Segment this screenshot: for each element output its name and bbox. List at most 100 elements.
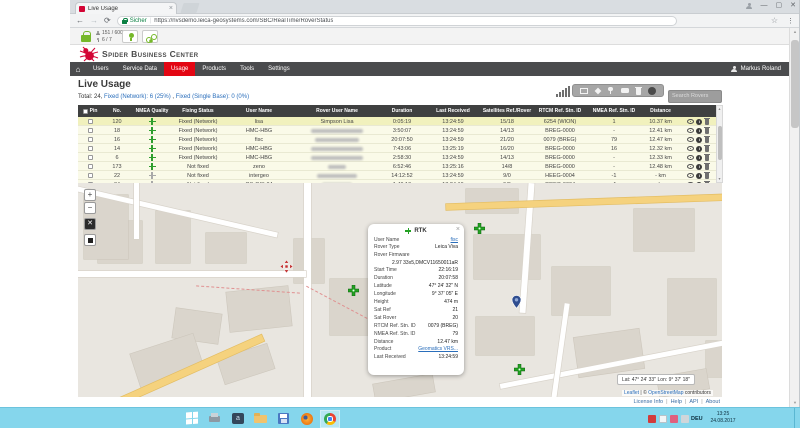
table-row[interactable]: 18Fixed (Network)HMC-HBG3:50:0713:24:591… bbox=[78, 126, 716, 135]
zoom-out-button[interactable]: − bbox=[84, 202, 96, 214]
tray-icon-gray[interactable] bbox=[681, 415, 689, 423]
delete-icon[interactable] bbox=[705, 155, 710, 161]
taskbar-app-firefox[interactable] bbox=[300, 412, 314, 425]
view-icon[interactable] bbox=[687, 137, 694, 142]
tray-icon-flag[interactable] bbox=[659, 415, 667, 423]
nav-item-tools[interactable]: Tools bbox=[233, 62, 261, 76]
search-input[interactable] bbox=[668, 90, 722, 103]
popup-link[interactable]: Geomatics VRS... bbox=[418, 346, 458, 354]
table-scrollbar[interactable]: ▲ ▼ bbox=[716, 105, 723, 183]
map-pin-button[interactable] bbox=[122, 30, 138, 43]
info-icon[interactable]: i bbox=[696, 155, 702, 161]
view-icon[interactable] bbox=[687, 119, 694, 124]
view-icon[interactable] bbox=[687, 155, 694, 160]
nav-item-users[interactable]: Users bbox=[86, 62, 116, 76]
language-indicator[interactable]: DEU bbox=[691, 416, 703, 422]
taskbar-app-chrome[interactable] bbox=[320, 410, 340, 428]
map[interactable]: + − ✕ × RTK User NamefiscRover TypeLeica… bbox=[78, 183, 722, 397]
table-row[interactable]: 120Fixed (Network)lisaSimpson Lisa0:05:1… bbox=[78, 117, 716, 126]
info-icon[interactable]: i bbox=[696, 119, 702, 125]
table-scroll-down-icon[interactable]: ▼ bbox=[717, 176, 722, 182]
footer-link-license-info[interactable]: License Info bbox=[633, 399, 663, 405]
page-scrollbar[interactable]: ▲ ▼ bbox=[789, 28, 799, 407]
view-icon[interactable] bbox=[687, 146, 694, 151]
nav-item-service-data[interactable]: Service Data bbox=[116, 62, 164, 76]
rover-marker-green-2[interactable] bbox=[474, 221, 485, 239]
row-checkbox[interactable] bbox=[88, 119, 93, 124]
show-desktop-divider[interactable] bbox=[794, 408, 795, 428]
user-menu[interactable]: Markus Roland bbox=[723, 62, 789, 76]
layers-button[interactable] bbox=[84, 234, 96, 246]
taskbar-app-save[interactable] bbox=[277, 412, 291, 425]
row-checkbox[interactable] bbox=[88, 155, 93, 160]
scroll-thumb[interactable] bbox=[791, 40, 799, 128]
fullscreen-button[interactable]: ✕ bbox=[84, 218, 96, 230]
taskbar-app-dark[interactable]: a bbox=[231, 412, 245, 425]
row-checkbox[interactable] bbox=[88, 164, 93, 169]
view-icon[interactable] bbox=[687, 173, 694, 178]
home-icon[interactable]: ⌂ bbox=[70, 62, 86, 76]
table-row[interactable]: 173Not fixedzeno6:52:4613:25:1614/8BREG-… bbox=[78, 162, 716, 171]
footer-link-api[interactable]: API bbox=[689, 399, 698, 405]
tray-icon-pink[interactable] bbox=[670, 415, 678, 423]
new-tab-button[interactable] bbox=[180, 3, 199, 13]
globe-icon[interactable] bbox=[648, 87, 656, 95]
footer-link-help[interactable]: Help bbox=[671, 399, 682, 405]
row-checkbox[interactable] bbox=[88, 173, 93, 178]
info-icon[interactable]: i bbox=[696, 137, 702, 143]
network-nodes-button[interactable] bbox=[142, 30, 158, 43]
row-checkbox[interactable] bbox=[88, 128, 93, 133]
delete-icon[interactable] bbox=[705, 146, 710, 152]
summary-fixed-single-link[interactable]: Fixed (Single Base): 0 (0%) bbox=[176, 94, 249, 100]
table-row[interactable]: 6Fixed (Network)HMC-HBG2:58:3013:24:5914… bbox=[78, 153, 716, 162]
tab-close-icon[interactable]: × bbox=[169, 6, 173, 12]
taskbar-app-printer[interactable] bbox=[208, 412, 222, 425]
reload-button[interactable]: ⟳ bbox=[104, 16, 111, 26]
info-icon[interactable]: i bbox=[696, 173, 702, 179]
taskbar-app-folder[interactable] bbox=[254, 412, 268, 425]
view-icon[interactable] bbox=[687, 128, 694, 133]
table-scroll-up-icon[interactable]: ▲ bbox=[717, 106, 722, 112]
nav-item-usage[interactable]: Usage bbox=[164, 62, 195, 76]
nav-item-products[interactable]: Products bbox=[195, 62, 233, 76]
rover-marker-green-1[interactable] bbox=[348, 283, 359, 301]
delete-icon[interactable] bbox=[705, 137, 710, 143]
table-scroll-thumb[interactable] bbox=[718, 126, 722, 160]
back-button[interactable]: ← bbox=[76, 16, 84, 26]
browser-tab[interactable]: Live Usage × bbox=[75, 2, 177, 14]
delete-icon[interactable] bbox=[705, 128, 710, 134]
table-row[interactable]: 14Fixed (Network)HMC-HBG7:43:0613:25:191… bbox=[78, 144, 716, 153]
forward-button[interactable]: → bbox=[90, 16, 98, 26]
pin-icon[interactable] bbox=[608, 87, 614, 95]
footer-link-about[interactable]: About bbox=[706, 399, 720, 405]
browser-menu-icon[interactable]: ⋮ bbox=[787, 17, 794, 25]
close-button[interactable]: ✕ bbox=[790, 2, 796, 10]
delete-icon[interactable] bbox=[705, 173, 710, 179]
message-icon[interactable] bbox=[621, 88, 629, 94]
start-button[interactable] bbox=[186, 412, 199, 426]
table-row[interactable]: 16Fixed (Network)fisc20:07:5013:24:5921/… bbox=[78, 135, 716, 144]
popup-close-icon[interactable]: × bbox=[456, 226, 460, 233]
monitor-icon[interactable] bbox=[580, 88, 588, 94]
leaflet-link[interactable]: Leaflet bbox=[624, 390, 639, 396]
omnibox[interactable]: Sicher | https://nvsdemo.leica-geosystem… bbox=[117, 16, 677, 26]
diamond-icon[interactable] bbox=[594, 87, 601, 94]
zoom-in-button[interactable]: + bbox=[84, 189, 96, 201]
trash-icon[interactable] bbox=[636, 88, 642, 95]
bookmark-star-icon[interactable]: ☆ bbox=[771, 16, 778, 25]
minimize-button[interactable]: — bbox=[761, 2, 768, 10]
view-icon[interactable] bbox=[687, 164, 694, 169]
select-all-checkbox[interactable] bbox=[83, 109, 88, 114]
signal-bars-icon[interactable] bbox=[556, 86, 570, 97]
popup-link[interactable]: fisc bbox=[451, 237, 459, 245]
delete-icon[interactable] bbox=[705, 164, 710, 170]
clock[interactable]: 13:25 24.08.2017 bbox=[706, 411, 740, 425]
delete-icon[interactable] bbox=[705, 119, 710, 125]
info-icon[interactable]: i bbox=[696, 146, 702, 152]
row-checkbox[interactable] bbox=[88, 137, 93, 142]
rover-marker-blue-pin[interactable] bbox=[511, 295, 522, 314]
osm-link[interactable]: OpenStreetMap bbox=[648, 390, 683, 396]
profile-icon[interactable] bbox=[746, 3, 753, 10]
summary-fixed-network-link[interactable]: Fixed (Network): 6 (25%) bbox=[104, 94, 171, 100]
info-icon[interactable]: i bbox=[696, 128, 702, 134]
